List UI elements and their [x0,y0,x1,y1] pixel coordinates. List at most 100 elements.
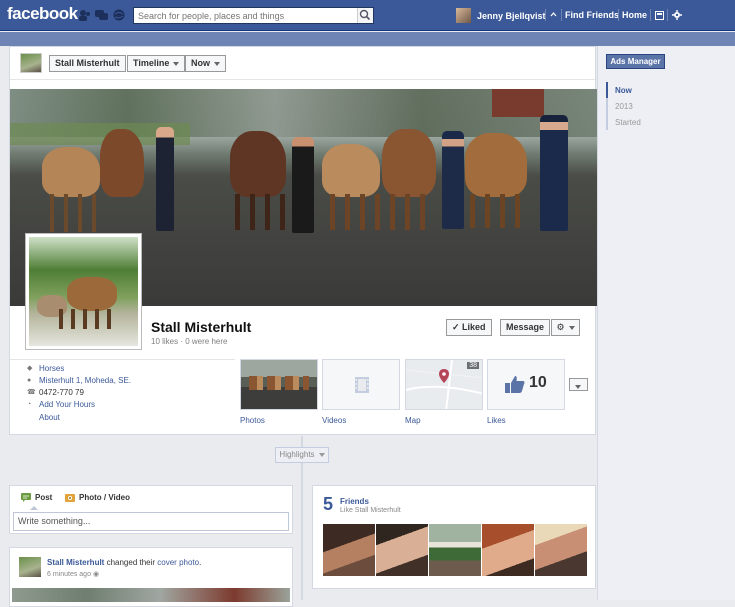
friend-photo[interactable] [429,524,481,576]
friends-subtitle: Like Stall Misterhult [340,507,401,514]
photos-tile-horses [249,376,309,390]
phone-row: ☎ 0472-770 79 [27,388,84,397]
page-options-button[interactable]: ⚙ [551,319,580,336]
chevron-up-icon[interactable] [550,11,557,18]
horse-legs [50,194,98,232]
separator [545,9,546,21]
map-tile[interactable]: 38 [405,359,483,410]
caret-down-icon [568,325,575,330]
cover-barn [492,89,544,117]
timeline-scrubber: Now 2013 Started [606,82,641,130]
highlights-label: Highlights [279,450,315,459]
clock-icon: ◔ [27,400,32,408]
write-something-input[interactable]: Write something... [13,512,289,531]
horse-figure [465,133,527,197]
photos-label[interactable]: Photos [240,416,265,425]
photo-video-tab[interactable]: Photo / Video [65,493,130,502]
now-label: Now [191,58,210,68]
friend-photo[interactable] [323,524,375,576]
horse-legs [59,309,119,329]
caret-down-icon [318,452,325,457]
likes-count: 10 [529,374,547,391]
friend-photo[interactable] [376,524,428,576]
gear-icon: ⚙ [556,322,565,332]
user-profile-link[interactable]: Jenny Bjellqvist [456,7,546,24]
category-text: Horses [39,364,65,373]
friends-box: 5 Friends Like Stall Misterhult [312,485,596,589]
page-nav-bar: Stall Misterhult Timeline Now [10,47,595,80]
home-link[interactable]: Home [622,10,647,20]
status-icon [21,493,31,502]
person-figure [292,137,314,233]
camera-icon [65,494,75,502]
friend-photo[interactable] [482,524,534,576]
horse-figure [100,129,144,197]
friend-photo[interactable] [535,524,587,576]
page-name-button[interactable]: Stall Misterhult [49,55,126,72]
videos-tile[interactable] [322,359,400,410]
search-input[interactable] [134,8,354,23]
cover-photo-link[interactable]: cover photo [157,558,199,567]
profile-picture-image [29,237,138,346]
liked-button[interactable]: ✓ Liked [446,319,492,336]
story-author-link[interactable]: Stall Misterhult [47,558,104,567]
separator [561,9,562,21]
globe-icon: ◉ [92,571,100,578]
horse-legs [330,194,430,230]
tag-icon: ◆ [27,364,33,372]
search-box[interactable] [133,7,374,24]
facebook-logo[interactable]: facebook [7,4,78,24]
likes-label[interactable]: Likes [487,416,506,425]
now-dropdown[interactable]: Now [185,55,226,72]
add-hours-link: Add Your Hours [39,400,96,409]
story-timestamp[interactable]: 6 minutes ago [47,571,91,578]
messages-icon[interactable] [95,9,108,21]
message-button[interactable]: Message [500,319,551,336]
story-author-thumbnail[interactable] [19,557,41,577]
top-bar: facebook Jenny Bjellqvist Find Friends H… [0,0,735,31]
liked-label: Liked [462,322,486,332]
add-hours-row[interactable]: ◔ Add Your Hours [27,400,95,409]
find-friends-link[interactable]: Find Friends [565,10,619,20]
separator [667,9,668,21]
story-action-end: . [199,558,202,567]
more-apps-button[interactable] [569,378,588,391]
horse-figure [382,129,436,197]
search-button[interactable] [357,8,373,23]
separator [650,9,651,21]
map-label[interactable]: Map [405,416,421,425]
category-row[interactable]: ◆ Horses [27,364,64,373]
photos-tile[interactable] [240,359,318,410]
phone-text: 0472-770 79 [39,388,84,397]
story-action-text: changed their [104,558,158,567]
horse-figure [230,131,286,197]
horse-figure [42,147,100,197]
user-name: Jenny Bjellqvist [477,10,546,21]
address-row[interactable]: ● Misterhult 1, Moheda, SE. [27,376,131,385]
friends-count[interactable]: 5 [323,494,333,515]
settings-gear-icon[interactable] [672,10,682,20]
phone-icon: ☎ [27,388,36,396]
location-pin-icon: ● [27,376,32,384]
notifications-globe-icon[interactable] [113,9,126,21]
ads-manager-button[interactable]: Ads Manager [606,54,665,69]
highlights-dropdown[interactable]: Highlights [275,447,329,463]
friends-title[interactable]: Friends [340,497,369,506]
profile-picture[interactable] [25,233,142,350]
story-headline: Stall Misterhult changed their cover pho… [47,558,201,567]
videos-label[interactable]: Videos [322,416,346,425]
about-link[interactable]: About [39,413,60,422]
horse-figure [67,277,117,311]
friend-requests-icon[interactable] [78,9,91,21]
page-thumbnail[interactable] [20,53,42,73]
scrubber-2013[interactable]: 2013 [608,98,641,114]
post-tab[interactable]: Post [21,493,52,502]
privacy-shortcuts-icon[interactable] [655,11,664,20]
timeline-dropdown[interactable]: Timeline [127,55,186,72]
right-column: Ads Manager Now 2013 Started [597,46,735,600]
likes-tile[interactable]: 10 [487,359,565,410]
scrubber-started[interactable]: Started [608,114,641,130]
caret-down-icon [214,61,220,66]
thumbs-up-icon [505,376,525,393]
scrubber-now[interactable]: Now [606,82,641,98]
